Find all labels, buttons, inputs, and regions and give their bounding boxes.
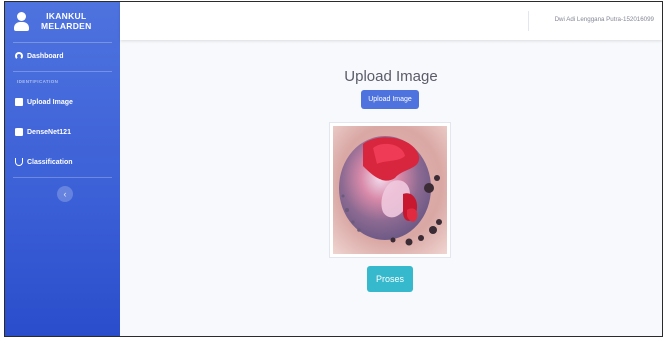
sidebar-item-upload-image[interactable]: Upload Image (5, 93, 120, 111)
brand-line-1: IKANKUL (46, 11, 87, 21)
sidebar-item-dashboard[interactable]: Dashboard (5, 47, 120, 65)
sidebar-item-classification[interactable]: Classification (5, 153, 120, 171)
sidebar-divider (13, 177, 112, 178)
sidebar: IKANKUL MELARDEN Dashboard IDENTIFICATIO… (5, 2, 120, 336)
sidebar-section-heading: IDENTIFICATION (17, 79, 59, 84)
user-doctor-icon (13, 10, 31, 32)
sidebar-toggle-button[interactable]: ‹ (57, 186, 73, 202)
brand-logo[interactable]: IKANKUL MELARDEN (5, 2, 120, 40)
stethoscope-icon (15, 158, 23, 166)
topbar-divider (528, 11, 529, 31)
image-preview (329, 122, 451, 258)
sidebar-item-label: Upload Image (27, 98, 73, 106)
image-icon (15, 98, 23, 106)
tachometer-icon (15, 52, 23, 60)
upload-image-button[interactable]: Upload Image (361, 90, 419, 109)
sidebar-item-densenet121[interactable]: DenseNet121 (5, 123, 120, 141)
sidebar-item-label: DenseNet121 (27, 128, 71, 136)
database-icon (15, 128, 23, 136)
user-name[interactable]: Dwi Adi Lenggana Putra-152016099 (555, 16, 654, 23)
process-button[interactable]: Proses (367, 266, 413, 292)
brand-line-2: MELARDEN (41, 21, 92, 31)
topbar: Dwi Adi Lenggana Putra-152016099 (120, 2, 662, 40)
sidebar-item-label: Dashboard (27, 52, 64, 60)
page-title: Upload Image (344, 68, 438, 85)
sidebar-item-label: Classification (27, 158, 73, 166)
skin-lesion-image (333, 126, 447, 254)
sidebar-divider (13, 71, 112, 72)
app-window: IKANKUL MELARDEN Dashboard IDENTIFICATIO… (4, 1, 663, 337)
sidebar-divider (13, 42, 112, 43)
